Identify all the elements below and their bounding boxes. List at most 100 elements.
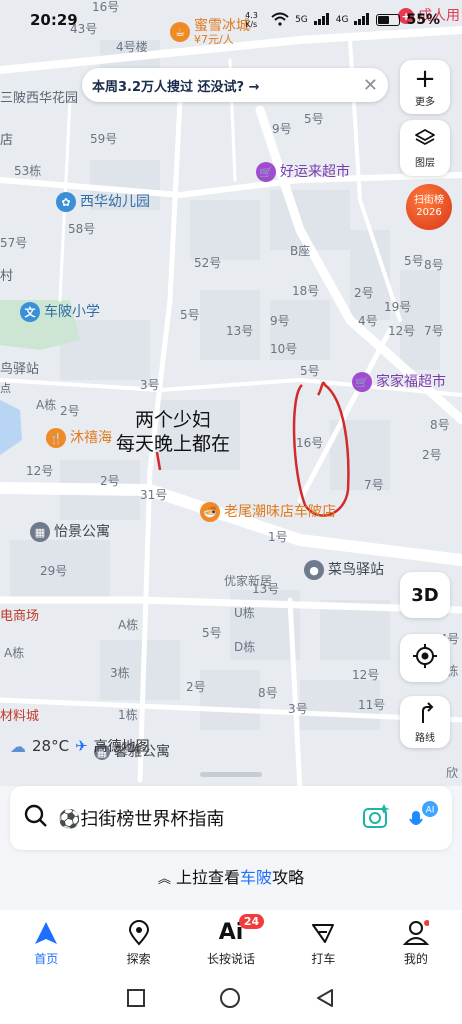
station-icon: ● bbox=[304, 560, 324, 580]
poi-jiajiafu[interactable]: 🛒 家家福超市 bbox=[352, 372, 446, 392]
map-label: 12号 bbox=[26, 464, 54, 478]
map-label: 2号 bbox=[60, 404, 80, 418]
user-icon bbox=[402, 919, 429, 945]
search-icon bbox=[24, 804, 48, 832]
map-canvas[interactable]: 16号 43号 4号楼 三陂西华花园 店 59号 53栋 9号 5号 58号 5… bbox=[0, 0, 462, 790]
layers-button[interactable]: 图层 bbox=[400, 120, 450, 176]
tab-taxi[interactable]: 打车 bbox=[277, 910, 369, 976]
drag-handle[interactable] bbox=[200, 772, 262, 777]
home-icon[interactable] bbox=[219, 987, 241, 1013]
location-pin-icon bbox=[128, 919, 149, 946]
scan-street-badge[interactable]: 扫街榜 2026 bbox=[406, 184, 452, 230]
signal-icon bbox=[313, 12, 330, 28]
map-label: 58号 bbox=[68, 222, 96, 236]
map-label: 11号 bbox=[358, 698, 386, 712]
locate-icon bbox=[412, 643, 438, 673]
map-label: U栋 bbox=[234, 606, 255, 620]
battery-percent: 55% bbox=[406, 12, 440, 28]
map-label: 2号 bbox=[354, 286, 374, 300]
map-label: 2号 bbox=[100, 474, 120, 488]
chevron-up-icon: ︽ bbox=[157, 872, 171, 887]
map-label: 18号 bbox=[292, 284, 320, 298]
poi-cainiao[interactable]: ● 菜鸟驿站 bbox=[304, 560, 384, 580]
map-label: 5号 bbox=[300, 364, 320, 378]
map-label: 16号 bbox=[296, 436, 324, 450]
svg-text:AI: AI bbox=[426, 806, 435, 816]
map-label: 8号 bbox=[430, 418, 450, 432]
flower-icon: ✿ bbox=[56, 192, 76, 212]
map-label: 点 bbox=[0, 382, 11, 395]
map-label: 2号 bbox=[186, 680, 206, 694]
search-input[interactable]: ⚽扫街榜世界杯指南 bbox=[58, 805, 224, 831]
map-label: 13号 bbox=[226, 324, 254, 338]
poi-muxi[interactable]: 🍴 沐禧海 bbox=[46, 428, 112, 448]
back-icon[interactable] bbox=[315, 988, 335, 1012]
map-label: 31号 bbox=[140, 488, 168, 502]
map-label: 5号 bbox=[180, 308, 200, 322]
tab-explore[interactable]: 探索 bbox=[92, 910, 184, 976]
weather-widget[interactable]: ☁ 28°C ✈ 高德地图 bbox=[10, 736, 150, 756]
map-label: 12号 bbox=[352, 668, 380, 682]
poi-laowei[interactable]: 🍜 老尾潮味店车陂店 bbox=[200, 502, 336, 522]
map-label: 4号 bbox=[358, 314, 378, 328]
map-label: B座 bbox=[290, 244, 311, 258]
battery-icon bbox=[376, 14, 401, 26]
map-label: 3号 bbox=[140, 378, 160, 392]
map-label: 3栋 bbox=[110, 666, 130, 680]
map-label: 1栋 bbox=[118, 708, 138, 722]
camera-scan-icon[interactable] bbox=[362, 803, 390, 833]
map-label: 8号 bbox=[258, 686, 278, 700]
layers-icon bbox=[414, 128, 436, 152]
route-icon bbox=[415, 701, 435, 727]
app-root: 16号 43号 4号楼 三陂西华花园 店 59号 53栋 9号 5号 58号 5… bbox=[0, 0, 462, 1024]
promo-banner[interactable]: 本周3.2万人搜过 还没试? → ✕ bbox=[82, 68, 388, 102]
tab-home[interactable]: 首页 bbox=[0, 910, 92, 976]
map-label: 8号 bbox=[424, 258, 444, 272]
amap-logo-icon: ✈ bbox=[75, 737, 88, 755]
school-icon: 文 bbox=[20, 302, 40, 322]
poi-kindergarten[interactable]: ✿ 西华幼儿园 bbox=[56, 192, 150, 212]
close-icon[interactable]: ✕ bbox=[363, 75, 378, 96]
map-label: 电商场 bbox=[0, 609, 40, 624]
tab-voice[interactable]: Ai 24 长按说话 bbox=[185, 910, 277, 976]
locate-button[interactable] bbox=[400, 634, 450, 682]
map-label: 3号 bbox=[288, 702, 308, 716]
map-label: 13号 bbox=[252, 582, 280, 596]
map-label: 9号 bbox=[272, 122, 292, 136]
cloud-icon: ☁ bbox=[10, 736, 26, 756]
home-arrow-icon bbox=[35, 921, 58, 944]
map-label: 鸟驿站 bbox=[0, 362, 40, 377]
map-label: 52号 bbox=[194, 256, 222, 270]
map-label: 10号 bbox=[270, 342, 298, 356]
restaurant-icon: 🍴 bbox=[46, 428, 66, 448]
map-label: 12号 bbox=[388, 324, 416, 338]
network-label-5g: 5G bbox=[295, 15, 308, 25]
map-label: 19号 bbox=[384, 300, 412, 314]
map-label: 7号 bbox=[424, 324, 444, 338]
more-button[interactable]: + 更多 bbox=[400, 60, 450, 114]
poi-haoyun[interactable]: 🛒 好运来超市 bbox=[256, 162, 350, 182]
poi-school[interactable]: 文 车陂小学 bbox=[20, 302, 100, 322]
map-label: 欣 bbox=[446, 766, 459, 780]
search-bar[interactable]: ⚽扫街榜世界杯指南 AI bbox=[10, 786, 452, 850]
map-label: 59号 bbox=[90, 132, 118, 146]
recents-icon[interactable] bbox=[127, 989, 145, 1011]
taxi-icon bbox=[312, 923, 335, 943]
map-label: 5号 bbox=[202, 626, 222, 640]
pull-up-hint[interactable]: ︽ 上拉查看车陂攻略 bbox=[0, 864, 462, 888]
ai-voice-icon[interactable]: AI bbox=[408, 801, 438, 835]
map-label: 材料城 bbox=[0, 709, 40, 724]
map-label: A栋 bbox=[4, 646, 25, 660]
notification-badge: 24 bbox=[238, 914, 265, 929]
map-label: 店 bbox=[0, 133, 14, 148]
wifi-icon bbox=[271, 12, 289, 29]
cart-icon: 🛒 bbox=[256, 162, 276, 182]
map-label: 9号 bbox=[270, 314, 290, 328]
map-label: 村 bbox=[0, 269, 14, 284]
tab-profile[interactable]: 我的 bbox=[370, 910, 462, 976]
3d-button[interactable]: 3D bbox=[400, 572, 450, 618]
map-label: 三陂西华花园 bbox=[0, 91, 79, 106]
map-label: 53栋 bbox=[14, 164, 42, 178]
poi-yijing[interactable]: ▦ 怡景公寓 bbox=[30, 522, 110, 542]
route-button[interactable]: 路线 bbox=[400, 696, 450, 748]
